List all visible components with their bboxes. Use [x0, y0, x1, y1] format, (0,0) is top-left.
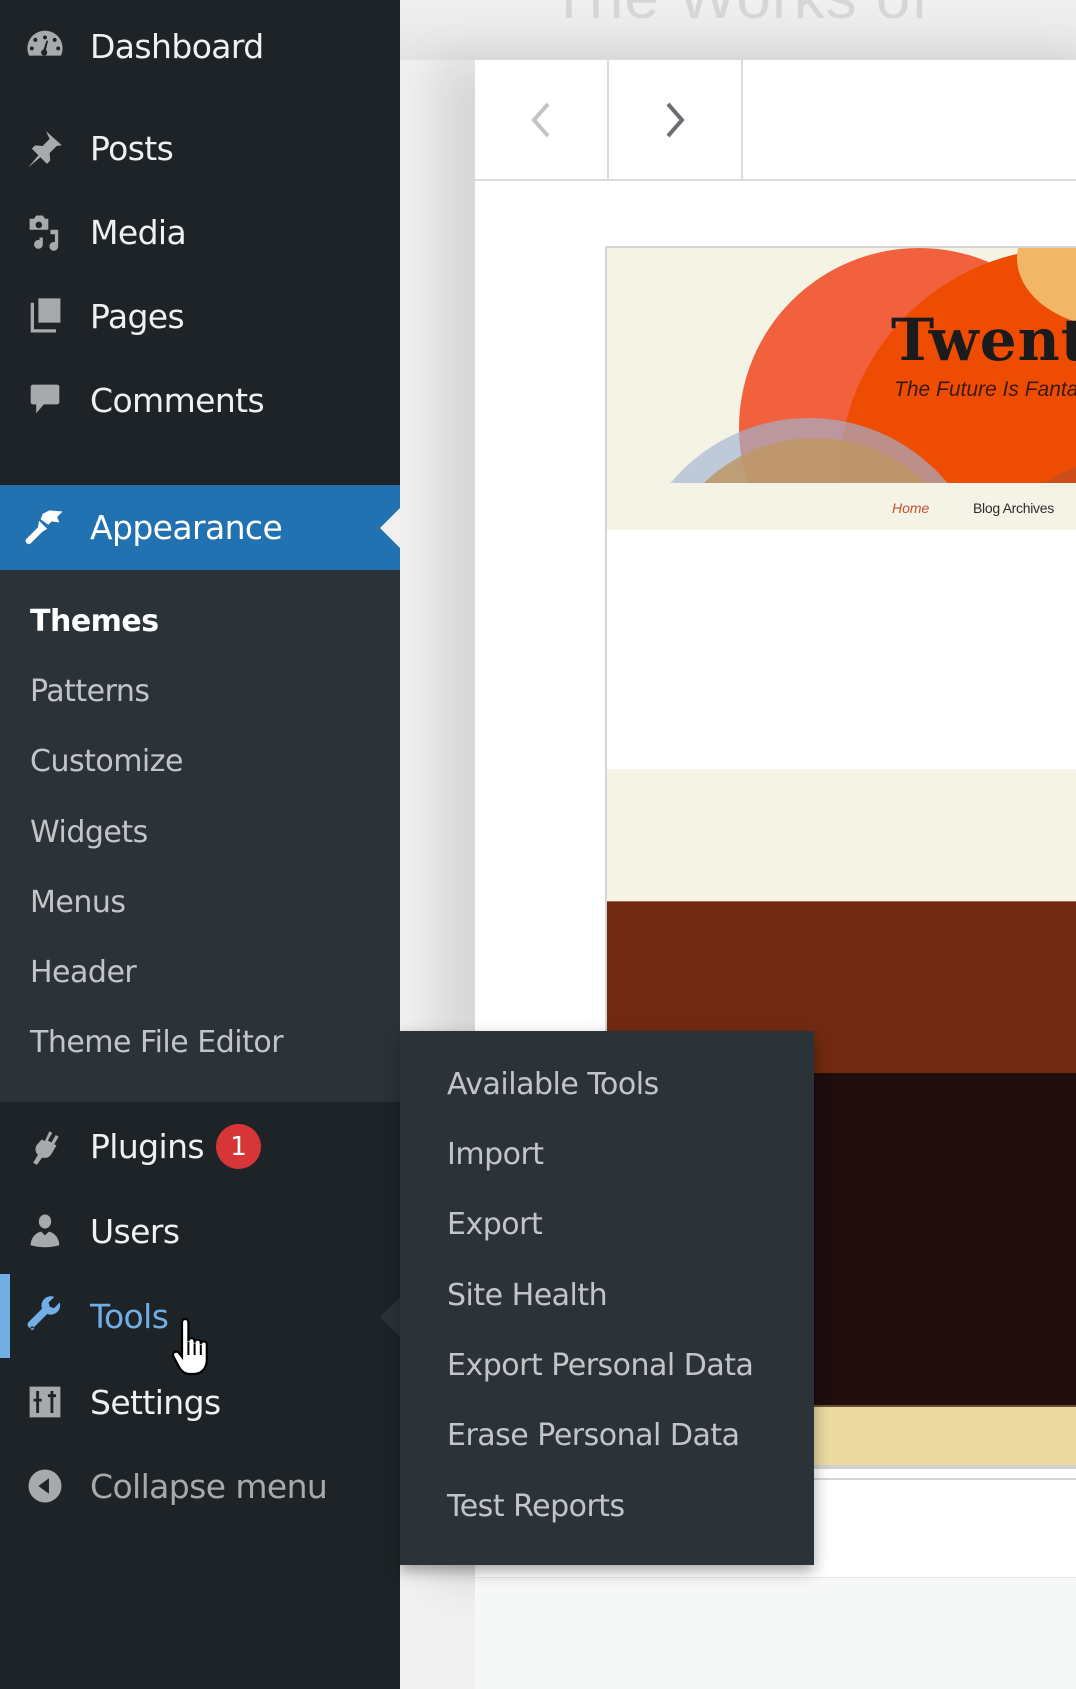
sidebar-item-label: Media: [90, 212, 187, 252]
sidebar-item-label: Tools: [90, 1296, 169, 1336]
flyout-item-available-tools[interactable]: Available Tools: [447, 1067, 659, 1102]
tools-flyout-menu: Available Tools Import Export Site Healt…: [400, 1031, 814, 1565]
previous-theme-button[interactable]: [475, 60, 609, 179]
sidebar-item-media[interactable]: Media: [0, 190, 400, 274]
sidebar-item-appearance[interactable]: Appearance: [0, 485, 400, 570]
sidebar-item-dashboard[interactable]: Dashboard: [0, 4, 400, 88]
sidebar-item-users[interactable]: Users: [0, 1189, 400, 1273]
dashboard-icon: [22, 23, 68, 69]
collapse-menu-button[interactable]: Collapse menu: [0, 1444, 400, 1528]
flyout-item-import[interactable]: Import: [447, 1137, 544, 1172]
screenshot-nav-home: Home: [892, 500, 930, 516]
appearance-submenu: Themes Patterns Customize Widgets Menus …: [0, 570, 400, 1102]
submenu-item-theme-file-editor[interactable]: Theme File Editor: [30, 1025, 284, 1060]
sidebar-item-label: Users: [90, 1211, 180, 1251]
sidebar-item-label: Posts: [90, 128, 174, 168]
sidebar-item-posts[interactable]: Posts: [0, 106, 400, 190]
submenu-item-widgets[interactable]: Widgets: [30, 815, 148, 850]
submenu-item-customize[interactable]: Customize: [30, 744, 183, 779]
pushpin-icon: [22, 125, 68, 171]
collapse-icon: [22, 1463, 68, 1509]
screenshot-tagline: The Future Is Fanta: [894, 378, 1076, 401]
pages-icon: [22, 293, 68, 339]
media-icon: [22, 209, 68, 255]
screenshot-site-title: Twent: [891, 306, 1076, 374]
sidebar-item-comments[interactable]: Comments: [0, 358, 400, 442]
screenshot-content: [607, 533, 1076, 769]
comment-icon: [22, 377, 68, 423]
flyout-item-site-health[interactable]: Site Health: [447, 1278, 608, 1313]
current-menu-arrow: [380, 507, 400, 548]
sidebar-item-label: Settings: [90, 1382, 221, 1422]
page-title-ghost: The Works of: [550, 0, 930, 33]
sidebar-item-label: Pages: [90, 296, 185, 336]
wrench-icon: [22, 1293, 68, 1339]
sidebar-item-label: Dashboard: [90, 26, 264, 66]
sidebar-item-plugins[interactable]: Plugins: [0, 1104, 400, 1188]
flyout-item-test-reports[interactable]: Test Reports: [447, 1489, 625, 1524]
chevron-left-icon: [531, 102, 550, 137]
settings-icon: [22, 1379, 68, 1425]
sidebar-item-label: Collapse menu: [90, 1466, 328, 1506]
sidebar-item-label: Appearance: [90, 508, 283, 547]
screenshot-band-cream: [607, 769, 1076, 901]
user-icon: [22, 1208, 68, 1254]
screenshot-nav-blog-archives: Blog Archives: [973, 500, 1054, 516]
sidebar-item-label: Plugins: [90, 1126, 205, 1166]
flyout-item-export-personal-data[interactable]: Export Personal Data: [447, 1348, 754, 1383]
submenu-item-menus[interactable]: Menus: [30, 885, 126, 920]
paintbrush-icon: [22, 505, 68, 551]
modal-header: [475, 60, 1076, 181]
submenu-item-patterns[interactable]: Patterns: [30, 674, 150, 709]
next-theme-button[interactable]: [609, 60, 743, 179]
flyout-pointer: [380, 1297, 400, 1337]
update-count-badge: 1: [216, 1124, 261, 1169]
admin-sidebar: Dashboard Posts Media Pages Comments App…: [0, 0, 400, 1689]
sidebar-item-pages[interactable]: Pages: [0, 274, 400, 358]
wp-admin-screen: The Works of Twent The Future Is Fanta: [0, 0, 1076, 1689]
plugin-icon: [22, 1123, 68, 1169]
submenu-item-themes[interactable]: Themes: [30, 604, 159, 639]
submenu-item-header[interactable]: Header: [30, 955, 137, 990]
flyout-item-export[interactable]: Export: [447, 1207, 543, 1242]
chevron-right-icon: [666, 102, 685, 137]
screenshot-header-art: Twent The Future Is Fanta Home Blog Arch…: [607, 248, 1076, 530]
flyout-item-erase-personal-data[interactable]: Erase Personal Data: [447, 1418, 740, 1453]
hand-cursor-icon: [172, 1318, 208, 1376]
sidebar-item-label: Comments: [90, 380, 265, 420]
modal-footer: [475, 1577, 1076, 1689]
